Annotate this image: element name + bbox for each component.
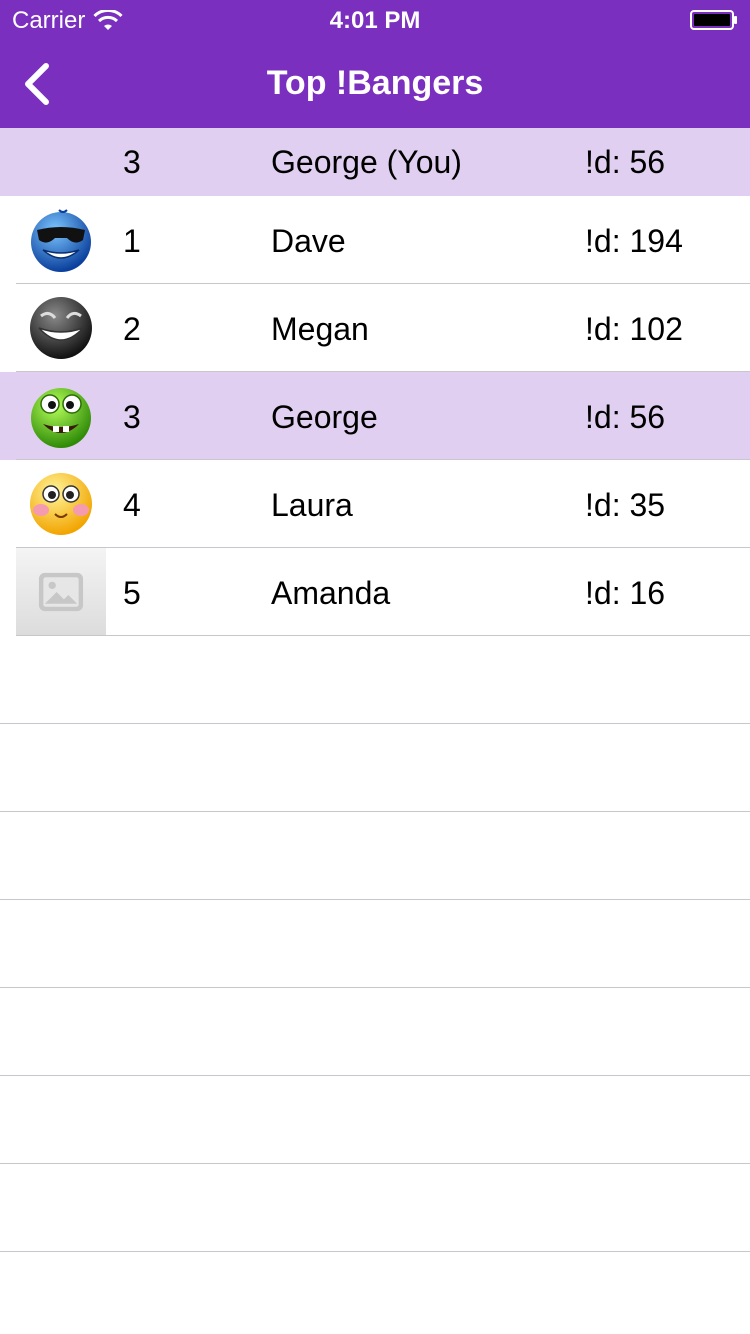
status-time: 4:01 PM — [329, 7, 421, 34]
player-name: George — [271, 399, 378, 435]
header: Carrier 4:01 PM Top !Bangers — [0, 0, 750, 128]
yellow-blushing-smiley-icon — [30, 473, 92, 535]
my-rank-summary: 3 George (You) !d: 56 — [0, 128, 750, 196]
player-name: Laura — [271, 487, 353, 523]
empty-row — [0, 1164, 750, 1252]
player-name: Amanda — [271, 575, 391, 611]
player-score: !d: 56 — [585, 399, 666, 435]
rank-number: 4 — [123, 487, 141, 523]
battery-icon — [690, 10, 737, 30]
leaderboard-row[interactable]: 1 Dave !d: 194 — [0, 196, 750, 284]
rank-number: 2 — [123, 311, 141, 347]
leaderboard-list: 1 Dave !d: 194 2 Megan !d: 102 3 George … — [0, 196, 750, 1252]
empty-row — [0, 900, 750, 988]
avatar — [16, 372, 106, 460]
my-rank-score: !d: 56 — [585, 144, 666, 180]
my-rank-number: 3 — [123, 144, 141, 180]
image-placeholder-icon — [38, 572, 84, 612]
green-goofy-smiley-icon — [31, 388, 91, 448]
leaderboard-row[interactable]: 4 Laura !d: 35 — [0, 460, 750, 548]
empty-row — [0, 812, 750, 900]
empty-row — [0, 988, 750, 1076]
player-score: !d: 194 — [585, 223, 683, 259]
avatar — [16, 460, 106, 548]
black-grinning-smiley-icon — [30, 297, 92, 359]
my-rank-name: George (You) — [271, 144, 462, 180]
leaderboard-row[interactable]: 2 Megan !d: 102 — [0, 284, 750, 372]
avatar — [16, 548, 106, 636]
avatar — [16, 196, 106, 284]
player-name: Megan — [271, 311, 369, 347]
page-title: Top !Bangers — [266, 64, 484, 102]
empty-row — [0, 636, 750, 724]
nav-bar: Top !Bangers — [0, 40, 750, 128]
rank-number: 3 — [123, 399, 141, 435]
player-score: !d: 16 — [585, 575, 666, 611]
status-bar: Carrier 4:01 PM — [0, 0, 750, 40]
rank-number: 5 — [123, 575, 141, 611]
rank-number: 1 — [123, 223, 141, 259]
empty-row — [0, 1076, 750, 1164]
leaderboard-row[interactable]: 5 Amanda !d: 16 — [0, 548, 750, 636]
avatar — [16, 284, 106, 372]
player-score: !d: 35 — [585, 487, 666, 523]
player-score: !d: 102 — [585, 311, 683, 347]
leaderboard-row-current-user[interactable]: 3 George !d: 56 — [0, 372, 750, 460]
blue-sunglasses-smiley-icon — [31, 209, 91, 272]
player-name: Dave — [271, 223, 346, 259]
empty-row — [0, 724, 750, 812]
